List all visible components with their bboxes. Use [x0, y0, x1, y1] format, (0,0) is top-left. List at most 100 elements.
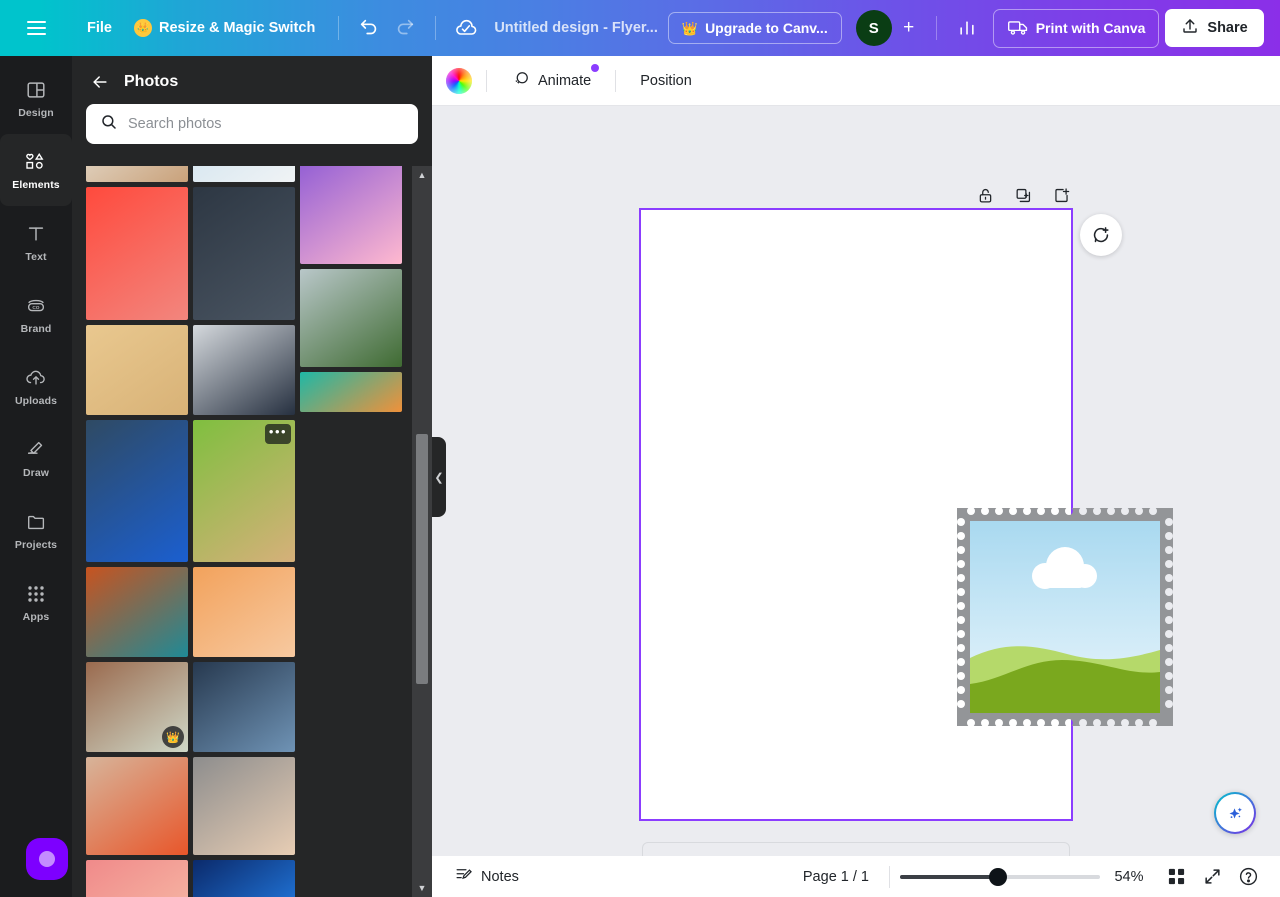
fullscreen-expand-icon[interactable] — [1194, 859, 1230, 895]
photo-thumbnail[interactable] — [86, 420, 188, 562]
notes-button[interactable]: Notes — [454, 865, 519, 888]
photo-thumbnail[interactable] — [193, 662, 295, 752]
top-bar: File 👑 Resize & Magic Switch Untitled de… — [0, 0, 1280, 56]
insights-bar-chart-icon[interactable] — [949, 10, 985, 46]
more-options-icon[interactable]: ••• — [265, 424, 291, 444]
photo-thumbnail[interactable] — [86, 187, 188, 320]
print-with-canva-button[interactable]: Print with Canva — [992, 8, 1160, 48]
upgrade-to-canva-pro-button[interactable]: 👑 Upgrade to Canv... — [667, 12, 842, 44]
folder-icon — [25, 510, 48, 534]
undo-icon[interactable] — [351, 10, 387, 46]
upgrade-label: Upgrade to Canv... — [705, 20, 828, 36]
zoom-slider-knob[interactable] — [989, 867, 1008, 886]
photo-thumbnail[interactable] — [86, 567, 188, 657]
panel-header: Photos — [72, 56, 432, 98]
photo-grid-scroll[interactable]: 👑 ••• — [72, 166, 432, 897]
canva-editor-app: File 👑 Resize & Magic Switch Untitled de… — [0, 0, 1280, 897]
editor-area: Animate Position — [432, 56, 1280, 897]
photo-thumbnail[interactable] — [86, 325, 188, 415]
position-button[interactable]: Position — [630, 67, 702, 95]
share-upload-icon — [1181, 17, 1199, 39]
design-layout-icon — [25, 78, 47, 102]
print-label: Print with Canva — [1035, 20, 1146, 36]
grid-view-icon[interactable] — [1158, 859, 1194, 895]
add-collaborator-label: + — [903, 17, 915, 38]
file-menu-button[interactable]: File — [76, 13, 123, 43]
sidebar-item-draw[interactable]: Draw — [0, 422, 72, 494]
zoom-slider[interactable] — [900, 867, 1100, 886]
stamp-photo-frame[interactable] — [957, 508, 1173, 726]
sidebar-label-brand: Brand — [20, 322, 52, 335]
add-collaborator-button[interactable]: + — [894, 13, 924, 43]
avatar[interactable]: S — [855, 10, 892, 46]
panel-collapse-handle[interactable]: ❮ — [432, 437, 446, 517]
caret-up-icon[interactable]: ▲ — [412, 166, 432, 184]
add-page-icon[interactable] — [1048, 182, 1074, 208]
search-wrapper — [72, 98, 432, 154]
object-toolbar-divider-2 — [615, 69, 617, 92]
duplicate-page-icon[interactable] — [1010, 182, 1036, 208]
photo-thumbnail[interactable]: ••• — [193, 420, 295, 562]
comment-add-icon[interactable] — [1080, 214, 1122, 256]
design-page[interactable] — [639, 208, 1173, 821]
sidebar-label-draw: Draw — [22, 466, 50, 479]
rainbow-color-picker[interactable] — [446, 67, 472, 94]
photo-thumbnail[interactable] — [193, 757, 295, 855]
search-icon — [100, 113, 118, 136]
photo-thumbnail[interactable] — [300, 166, 402, 264]
left-rail: Design Elements Text CO Brand Uploads Dr… — [0, 56, 72, 897]
photo-thumbnail[interactable] — [193, 860, 295, 897]
sidebar-item-text[interactable]: Text — [0, 206, 72, 278]
sidebar-item-projects[interactable]: Projects — [0, 494, 72, 566]
canvas-area[interactable]: + Add page — [432, 106, 1280, 897]
photo-thumbnail[interactable] — [300, 372, 402, 412]
photo-thumbnail[interactable] — [86, 757, 188, 855]
sidebar-item-brand[interactable]: CO Brand — [0, 278, 72, 350]
page-count-label[interactable]: Page 1 / 1 — [793, 865, 879, 889]
photo-thumbnail[interactable] — [193, 166, 295, 182]
panel-scrollbar[interactable]: ▲ ▼ — [412, 166, 432, 897]
search-input[interactable] — [128, 116, 404, 132]
photo-thumbnail[interactable]: 👑 — [86, 662, 188, 752]
photo-thumbnail[interactable] — [86, 166, 188, 182]
document-title[interactable]: Untitled design - Flyer... — [494, 20, 658, 36]
hamburger-menu-icon[interactable] — [18, 10, 54, 46]
sidebar-item-uploads[interactable]: Uploads — [0, 350, 72, 422]
animate-button[interactable]: Animate — [501, 63, 601, 99]
photo-thumbnail[interactable] — [300, 269, 402, 367]
redo-icon[interactable] — [387, 10, 423, 46]
photos-panel: Photos 👑 ••• ▲ ▼ — [72, 56, 432, 897]
resize-label: Resize & Magic Switch — [158, 20, 316, 36]
photo-thumbnail[interactable] — [193, 325, 295, 415]
share-label: Share — [1207, 20, 1248, 36]
purple-recording-icon[interactable] — [26, 838, 68, 880]
cloud-saved-icon[interactable] — [448, 10, 484, 46]
svg-text:CO: CO — [32, 305, 39, 311]
photo-grid: 👑 ••• — [86, 166, 402, 897]
share-button[interactable]: Share — [1165, 9, 1264, 47]
lock-open-icon[interactable] — [972, 182, 998, 208]
toolbar-divider-3 — [935, 16, 937, 40]
scrollbar-thumb[interactable] — [416, 434, 428, 684]
photo-thumbnail[interactable] — [193, 567, 295, 657]
sidebar-label-uploads: Uploads — [14, 394, 58, 407]
sidebar-label-apps: Apps — [22, 610, 50, 623]
position-label: Position — [640, 72, 692, 89]
sidebar-item-apps[interactable]: Apps — [0, 566, 72, 638]
caret-down-icon[interactable]: ▼ — [412, 879, 432, 897]
upload-cloud-icon — [24, 366, 48, 390]
sidebar-label-design: Design — [18, 106, 54, 119]
resize-magic-switch-button[interactable]: 👑 Resize & Magic Switch — [123, 12, 326, 44]
magic-sparkles-icon[interactable] — [1214, 792, 1256, 834]
delivery-truck-icon — [1007, 17, 1029, 40]
sidebar-item-elements[interactable]: Elements — [0, 134, 72, 206]
status-divider — [889, 865, 890, 888]
zoom-level-label[interactable]: 54% — [1100, 869, 1158, 885]
search-box[interactable] — [86, 104, 418, 144]
photo-thumbnail[interactable] — [193, 187, 295, 320]
photo-thumbnail[interactable] — [86, 860, 188, 897]
notes-icon — [454, 865, 473, 888]
sidebar-item-design[interactable]: Design — [0, 62, 72, 134]
back-arrow-icon[interactable] — [90, 72, 110, 92]
help-question-icon[interactable] — [1230, 859, 1266, 895]
